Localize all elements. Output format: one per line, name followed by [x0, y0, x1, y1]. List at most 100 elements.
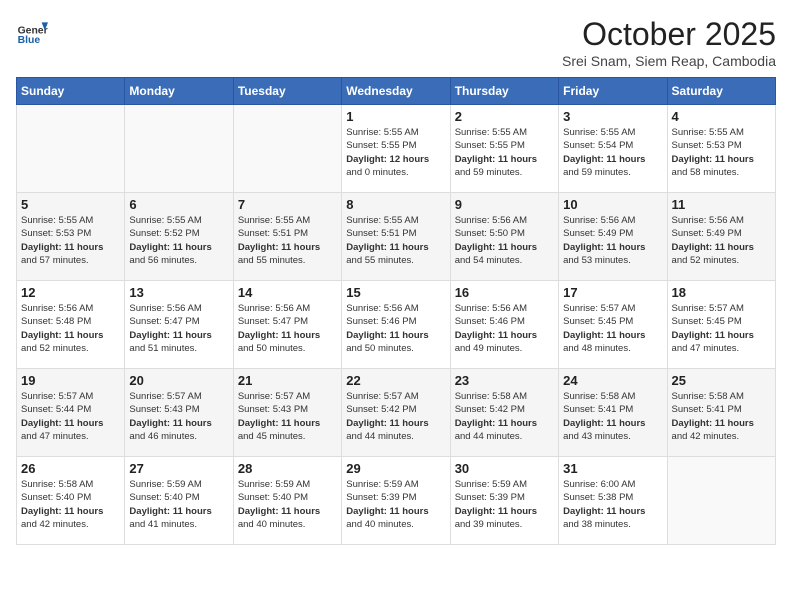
day-number: 29 [346, 461, 445, 476]
page-header: General Blue October 2025 Srei Snam, Sie… [16, 16, 776, 69]
calendar-cell [233, 105, 341, 193]
day-info: Sunrise: 5:55 AMSunset: 5:51 PMDaylight:… [238, 214, 337, 267]
calendar-cell: 14 Sunrise: 5:56 AMSunset: 5:47 PMDayligh… [233, 281, 341, 369]
calendar-cell: 16 Sunrise: 5:56 AMSunset: 5:46 PMDayligh… [450, 281, 558, 369]
day-number: 26 [21, 461, 120, 476]
calendar-cell: 28 Sunrise: 5:59 AMSunset: 5:40 PMDayligh… [233, 457, 341, 545]
day-info: Sunrise: 5:59 AMSunset: 5:39 PMDaylight:… [455, 478, 554, 531]
calendar-cell [17, 105, 125, 193]
calendar-cell: 11 Sunrise: 5:56 AMSunset: 5:49 PMDayligh… [667, 193, 775, 281]
day-info: Sunrise: 5:55 AMSunset: 5:52 PMDaylight:… [129, 214, 228, 267]
day-number: 27 [129, 461, 228, 476]
calendar-cell: 1 Sunrise: 5:55 AMSunset: 5:55 PMDaylight… [342, 105, 450, 193]
day-number: 11 [672, 197, 771, 212]
day-info: Sunrise: 5:57 AMSunset: 5:42 PMDaylight:… [346, 390, 445, 443]
day-number: 3 [563, 109, 662, 124]
calendar-cell: 22 Sunrise: 5:57 AMSunset: 5:42 PMDayligh… [342, 369, 450, 457]
svg-text:Blue: Blue [18, 35, 41, 46]
day-info: Sunrise: 5:58 AMSunset: 5:41 PMDaylight:… [672, 390, 771, 443]
calendar-cell: 4 Sunrise: 5:55 AMSunset: 5:53 PMDaylight… [667, 105, 775, 193]
col-saturday: Saturday [667, 78, 775, 105]
col-wednesday: Wednesday [342, 78, 450, 105]
calendar-cell [125, 105, 233, 193]
col-friday: Friday [559, 78, 667, 105]
day-number: 24 [563, 373, 662, 388]
day-number: 13 [129, 285, 228, 300]
day-info: Sunrise: 5:56 AMSunset: 5:49 PMDaylight:… [672, 214, 771, 267]
calendar-cell: 2 Sunrise: 5:55 AMSunset: 5:55 PMDaylight… [450, 105, 558, 193]
calendar-week-1: 1 Sunrise: 5:55 AMSunset: 5:55 PMDaylight… [17, 105, 776, 193]
day-info: Sunrise: 5:56 AMSunset: 5:49 PMDaylight:… [563, 214, 662, 267]
day-number: 18 [672, 285, 771, 300]
day-number: 31 [563, 461, 662, 476]
day-number: 22 [346, 373, 445, 388]
calendar-week-3: 12Sunrise: 5:56 AMSunset: 5:48 PMDayligh… [17, 281, 776, 369]
day-info: Sunrise: 5:59 AMSunset: 5:39 PMDaylight:… [346, 478, 445, 531]
calendar-cell: 30 Sunrise: 5:59 AMSunset: 5:39 PMDayligh… [450, 457, 558, 545]
day-info: Sunrise: 5:56 AMSunset: 5:50 PMDaylight:… [455, 214, 554, 267]
day-number: 15 [346, 285, 445, 300]
day-number: 4 [672, 109, 771, 124]
calendar-cell: 9 Sunrise: 5:56 AMSunset: 5:50 PMDaylight… [450, 193, 558, 281]
header-row: Sunday Monday Tuesday Wednesday Thursday… [17, 78, 776, 105]
calendar-cell: 18 Sunrise: 5:57 AMSunset: 5:45 PMDayligh… [667, 281, 775, 369]
day-number: 30 [455, 461, 554, 476]
day-number: 12 [21, 285, 120, 300]
calendar-cell: 20Sunrise: 5:57 AMSunset: 5:43 PMDayligh… [125, 369, 233, 457]
day-number: 14 [238, 285, 337, 300]
calendar-week-2: 5 Sunrise: 5:55 AMSunset: 5:53 PMDaylight… [17, 193, 776, 281]
calendar-cell: 13Sunrise: 5:56 AMSunset: 5:47 PMDayligh… [125, 281, 233, 369]
day-info: Sunrise: 5:55 AMSunset: 5:53 PMDaylight:… [672, 126, 771, 179]
day-number: 5 [21, 197, 120, 212]
day-number: 2 [455, 109, 554, 124]
day-info: Sunrise: 5:56 AMSunset: 5:47 PMDaylight:… [238, 302, 337, 355]
calendar-cell: 10 Sunrise: 5:56 AMSunset: 5:49 PMDayligh… [559, 193, 667, 281]
day-info: Sunrise: 5:58 AMSunset: 5:40 PMDaylight:… [21, 478, 120, 531]
day-number: 16 [455, 285, 554, 300]
day-info: Sunrise: 5:58 AMSunset: 5:41 PMDaylight:… [563, 390, 662, 443]
day-info: Sunrise: 5:55 AMSunset: 5:55 PMDaylight:… [455, 126, 554, 179]
day-number: 21 [238, 373, 337, 388]
calendar-cell: 7Sunrise: 5:55 AMSunset: 5:51 PMDaylight… [233, 193, 341, 281]
day-number: 9 [455, 197, 554, 212]
day-number: 20 [129, 373, 228, 388]
calendar-week-4: 19Sunrise: 5:57 AMSunset: 5:44 PMDayligh… [17, 369, 776, 457]
day-number: 28 [238, 461, 337, 476]
day-info: Sunrise: 5:57 AMSunset: 5:43 PMDaylight:… [238, 390, 337, 443]
day-number: 25 [672, 373, 771, 388]
day-info: Sunrise: 5:58 AMSunset: 5:42 PMDaylight:… [455, 390, 554, 443]
calendar-cell: 3Sunrise: 5:55 AMSunset: 5:54 PMDaylight… [559, 105, 667, 193]
col-thursday: Thursday [450, 78, 558, 105]
calendar-cell: 26 Sunrise: 5:58 AMSunset: 5:40 PMDayligh… [17, 457, 125, 545]
calendar-cell: 31Sunrise: 6:00 AMSunset: 5:38 PMDayligh… [559, 457, 667, 545]
calendar-cell: 15Sunrise: 5:56 AMSunset: 5:46 PMDayligh… [342, 281, 450, 369]
col-monday: Monday [125, 78, 233, 105]
calendar-title: October 2025 [562, 16, 776, 53]
day-info: Sunrise: 5:59 AMSunset: 5:40 PMDaylight:… [129, 478, 228, 531]
col-tuesday: Tuesday [233, 78, 341, 105]
day-number: 17 [563, 285, 662, 300]
day-info: Sunrise: 5:55 AMSunset: 5:55 PMDaylight:… [346, 126, 445, 179]
day-info: Sunrise: 5:55 AMSunset: 5:51 PMDaylight:… [346, 214, 445, 267]
day-number: 1 [346, 109, 445, 124]
calendar-cell: 6 Sunrise: 5:55 AMSunset: 5:52 PMDaylight… [125, 193, 233, 281]
calendar-cell: 19Sunrise: 5:57 AMSunset: 5:44 PMDayligh… [17, 369, 125, 457]
calendar-cell [667, 457, 775, 545]
day-info: Sunrise: 5:59 AMSunset: 5:40 PMDaylight:… [238, 478, 337, 531]
day-info: Sunrise: 5:56 AMSunset: 5:46 PMDaylight:… [455, 302, 554, 355]
day-info: Sunrise: 5:57 AMSunset: 5:45 PMDaylight:… [563, 302, 662, 355]
col-sunday: Sunday [17, 78, 125, 105]
calendar-cell: 5 Sunrise: 5:55 AMSunset: 5:53 PMDaylight… [17, 193, 125, 281]
calendar-cell: 29 Sunrise: 5:59 AMSunset: 5:39 PMDayligh… [342, 457, 450, 545]
calendar-cell: 8 Sunrise: 5:55 AMSunset: 5:51 PMDaylight… [342, 193, 450, 281]
day-info: Sunrise: 5:57 AMSunset: 5:45 PMDaylight:… [672, 302, 771, 355]
day-number: 6 [129, 197, 228, 212]
calendar-cell: 27 Sunrise: 5:59 AMSunset: 5:40 PMDayligh… [125, 457, 233, 545]
calendar-cell: 21 Sunrise: 5:57 AMSunset: 5:43 PMDayligh… [233, 369, 341, 457]
calendar-cell: 12Sunrise: 5:56 AMSunset: 5:48 PMDayligh… [17, 281, 125, 369]
calendar-cell: 25 Sunrise: 5:58 AMSunset: 5:41 PMDayligh… [667, 369, 775, 457]
day-number: 10 [563, 197, 662, 212]
day-info: Sunrise: 5:55 AMSunset: 5:53 PMDaylight:… [21, 214, 120, 267]
day-number: 8 [346, 197, 445, 212]
logo: General Blue [16, 16, 48, 48]
